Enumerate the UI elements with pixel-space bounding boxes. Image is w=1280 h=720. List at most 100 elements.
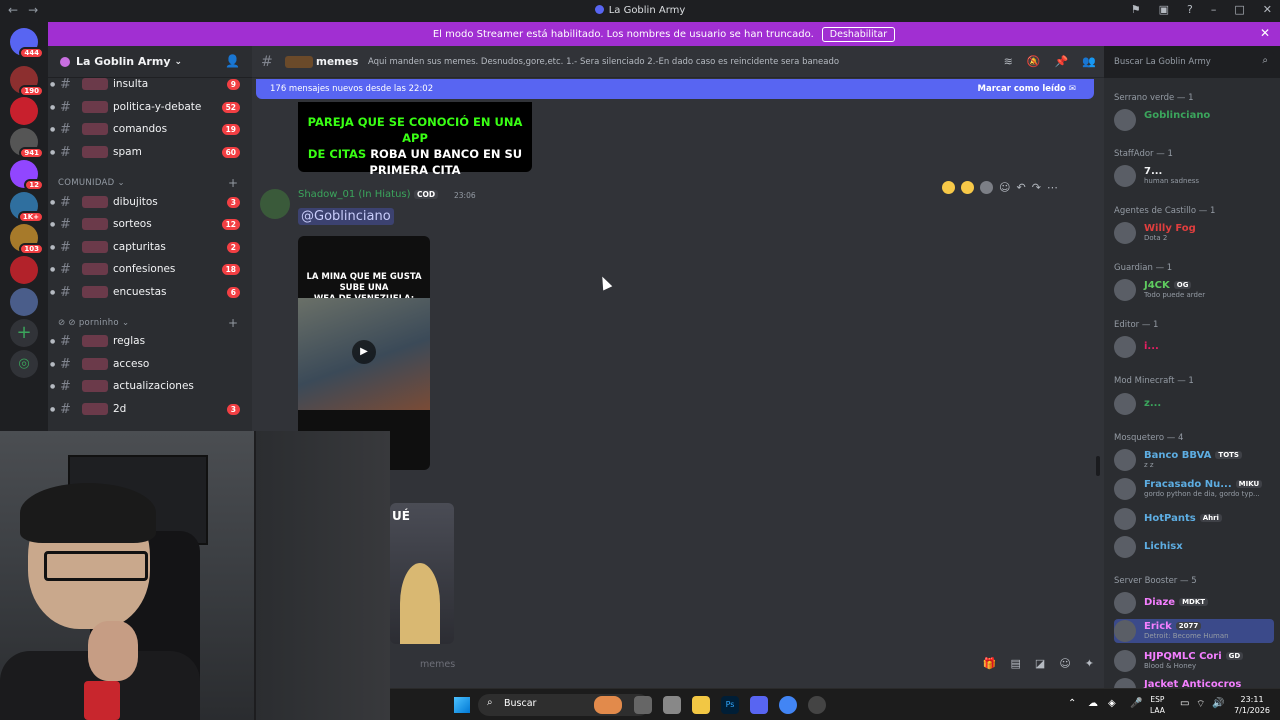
- apps-icon[interactable]: ✦: [1085, 657, 1094, 670]
- new-messages-bar[interactable]: 176 mensajes nuevos desde las 22:02 Marc…: [256, 79, 1094, 99]
- server-icon[interactable]: [10, 256, 38, 284]
- member-item[interactable]: HJPQMLC Cori GD Blood & Honey: [1114, 649, 1274, 673]
- add-server-icon[interactable]: +: [10, 319, 38, 347]
- taskbar-search[interactable]: ⌕ Buscar: [478, 694, 650, 716]
- gif-icon[interactable]: ▤: [1011, 657, 1021, 670]
- reply-icon[interactable]: ↶: [1016, 181, 1025, 194]
- member-item[interactable]: 7... human sadness: [1114, 164, 1274, 188]
- emoji-rofl-icon[interactable]: [961, 180, 974, 194]
- screen-icon[interactable]: ▣: [1159, 3, 1169, 16]
- server-icon[interactable]: 12: [10, 160, 44, 191]
- server-icon[interactable]: [10, 288, 38, 316]
- channel-item[interactable]: ● # confesiones 18: [48, 259, 252, 279]
- app-icon[interactable]: [663, 696, 681, 714]
- channel-item[interactable]: ● # encuestas 6: [48, 282, 252, 302]
- channel-item[interactable]: ● #2d 3: [48, 399, 252, 419]
- help-icon[interactable]: ?: [1187, 3, 1193, 16]
- member-item[interactable]: J4CK OG Todo puede arder: [1114, 278, 1274, 302]
- member-item[interactable]: Jacket Anticocros: [1114, 677, 1274, 688]
- server-icon[interactable]: 941: [10, 128, 44, 159]
- invite-icon[interactable]: 👤: [225, 54, 240, 68]
- tray-app-icon[interactable]: ◈: [1108, 698, 1116, 709]
- forward-icon[interactable]: ↷: [1032, 181, 1041, 194]
- member-item[interactable]: z...: [1114, 392, 1274, 416]
- mark-as-read-button[interactable]: Marcar como leído ✉: [978, 84, 1076, 94]
- guild-tag-badge[interactable]: COD: [414, 190, 439, 199]
- disable-streamer-button[interactable]: Deshabilitar: [821, 26, 896, 42]
- threads-icon[interactable]: ≋: [1004, 55, 1013, 68]
- member-item[interactable]: i...: [1114, 335, 1274, 359]
- channel-item[interactable]: ● # politica-y-debate 52: [48, 97, 252, 117]
- sticker-icon[interactable]: ◪: [1035, 657, 1045, 670]
- clock[interactable]: 23:11 7/1/2026: [1234, 694, 1270, 716]
- inbox-icon[interactable]: ⚑: [1131, 3, 1141, 16]
- meme-image[interactable]: PAREJA QUE SE CONOCIÓ EN UNA APP DE CITA…: [298, 102, 532, 177]
- pin-icon[interactable]: 📌: [1055, 55, 1069, 68]
- emoji-laugh-icon[interactable]: [942, 180, 955, 194]
- channel-item[interactable]: ● # comandos 19: [48, 119, 252, 139]
- channel-topic[interactable]: Aqui manden sus memes. Desnudos,gore,etc…: [368, 57, 839, 67]
- member-item[interactable]: HotPants Ahri: [1114, 507, 1274, 531]
- user-mention[interactable]: @Goblinciano: [298, 208, 394, 225]
- close-window-icon[interactable]: ✕: [1263, 3, 1272, 16]
- member-item[interactable]: Lichisx: [1114, 535, 1274, 559]
- member-item[interactable]: Diaze MDKT: [1114, 591, 1274, 615]
- emoji-icon[interactable]: ☺: [1059, 657, 1070, 670]
- channel-item[interactable]: ● # reglas: [48, 331, 252, 351]
- maximize-icon[interactable]: □: [1234, 3, 1244, 16]
- members-icon[interactable]: 👥: [1082, 55, 1096, 68]
- volume-icon[interactable]: 🔊: [1212, 698, 1224, 709]
- server-icon[interactable]: 190: [10, 66, 44, 97]
- member-item[interactable]: Banco BBVA TOTS z z: [1114, 448, 1274, 472]
- notifications-muted-icon[interactable]: 🔕: [1027, 55, 1041, 68]
- category-porninho[interactable]: ⊘ ⊘ porninho ⌄ +: [58, 316, 238, 330]
- add-channel-icon[interactable]: +: [228, 176, 238, 190]
- search-input[interactable]: Buscar La Goblin Army ⌕: [1108, 52, 1274, 72]
- tray-chevron-icon[interactable]: ⌃: [1068, 698, 1076, 709]
- message-composer[interactable]: memes 🎁 ▤ ◪ ☺ ✦: [390, 650, 1094, 678]
- discord-icon[interactable]: [750, 696, 768, 714]
- server-icon[interactable]: [10, 97, 38, 125]
- gift-icon[interactable]: 🎁: [983, 657, 997, 670]
- message-author[interactable]: Shadow_01 (In Hiatus): [298, 189, 411, 200]
- channel-item[interactable]: ● # dibujitos 3: [48, 192, 252, 212]
- network-icon[interactable]: ▭: [1180, 698, 1189, 709]
- language-indicator[interactable]: ESP LAA: [1150, 694, 1165, 716]
- scrollbar-thumb[interactable]: [1096, 456, 1100, 476]
- member-item[interactable]: Fracasado Nu... MIKU gordo python de dia, …: [1114, 477, 1274, 501]
- member-item[interactable]: Erick 2077 Detroit: Become Human: [1114, 619, 1274, 643]
- task-view-icon[interactable]: [634, 696, 652, 714]
- chrome-icon[interactable]: [779, 696, 797, 714]
- add-reaction-icon[interactable]: ☺: [999, 181, 1010, 194]
- channel-item[interactable]: ● # spam 60: [48, 142, 252, 162]
- minimize-icon[interactable]: –: [1211, 3, 1217, 16]
- microphone-icon[interactable]: 🎤: [1130, 698, 1142, 709]
- wifi-icon[interactable]: ⌔: [1196, 698, 1205, 711]
- explore-icon[interactable]: ◎: [10, 350, 38, 378]
- emoji-skull-icon[interactable]: [980, 180, 993, 194]
- app-icon[interactable]: [808, 696, 826, 714]
- channel-item[interactable]: ● # sorteos 12: [48, 214, 252, 234]
- member-item[interactable]: Goblinciano: [1114, 108, 1274, 132]
- channel-item[interactable]: ● # actualizaciones: [48, 376, 252, 396]
- category-comunidad[interactable]: COMUNIDAD ⌄ +: [58, 176, 238, 190]
- unread-marker-icon: ●: [50, 148, 56, 156]
- member-item[interactable]: Willy Fog Dota 2: [1114, 221, 1274, 245]
- file-explorer-icon[interactable]: [692, 696, 710, 714]
- channel-item[interactable]: ● # insulta 9: [48, 74, 252, 94]
- more-options-icon[interactable]: ⋯: [1047, 181, 1058, 194]
- avatar[interactable]: [260, 189, 290, 219]
- channel-item[interactable]: ● # acceso: [48, 354, 252, 374]
- add-channel-icon[interactable]: +: [228, 316, 238, 330]
- windows-start-icon[interactable]: [454, 697, 470, 713]
- close-banner-icon[interactable]: ✕: [1260, 26, 1270, 40]
- widget-icon[interactable]: [594, 696, 622, 714]
- photoshop-icon[interactable]: Ps: [721, 696, 739, 714]
- home-button[interactable]: 444: [10, 28, 44, 59]
- meme-image[interactable]: UÉ: [390, 503, 454, 644]
- server-icon[interactable]: 1K+: [10, 192, 44, 223]
- play-icon[interactable]: ▶: [352, 340, 376, 364]
- tray-app-icon[interactable]: ☁: [1088, 698, 1098, 709]
- server-icon[interactable]: 103: [10, 224, 44, 255]
- channel-item[interactable]: ● # capturitas 2: [48, 237, 252, 257]
